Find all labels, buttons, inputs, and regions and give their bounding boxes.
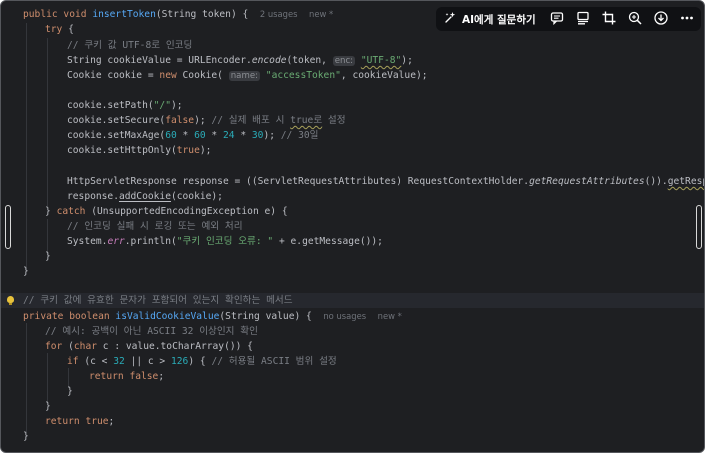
zoom-in-icon (628, 11, 642, 28)
indent-guide (26, 23, 27, 271)
layout-button[interactable] (570, 7, 596, 31)
sparkle-icon (444, 11, 457, 27)
code-line-set-path[interactable]: cookie.setPath("/"); (67, 98, 183, 113)
code-line-signature[interactable]: public void insertToken(String token) { … (23, 7, 333, 22)
left-resize-handle[interactable] (5, 205, 11, 249)
layout-icon (576, 11, 590, 28)
code-line-comment[interactable]: // 예시: 공백이 아닌 ASCII 32 이상인지 확인 (45, 324, 258, 339)
crop-button[interactable] (596, 7, 622, 31)
chat-button[interactable] (544, 7, 570, 31)
code-line-return-false[interactable]: return false; (89, 369, 164, 384)
code-line-close-brace[interactable]: } (23, 429, 29, 444)
code-line-close-brace[interactable]: } (67, 384, 73, 399)
download-icon (654, 10, 668, 28)
code-editor: public void insertToken(String token) { … (0, 0, 705, 453)
code-line-for[interactable]: for (char c : value.toCharArray()) { (45, 339, 253, 354)
param-hint-enc: enc: (332, 56, 356, 66)
code-line-close-brace[interactable]: } (45, 249, 51, 264)
indent-guide (47, 38, 48, 206)
code-line-println[interactable]: System.err.println("쿠키 인코딩 오류: " + e.get… (67, 234, 383, 249)
lightbulb-icon[interactable] (7, 296, 14, 305)
floating-toolbar: AI에게 질문하기 (436, 7, 701, 31)
author-hint[interactable]: new * (309, 9, 333, 19)
crop-icon (602, 11, 616, 28)
ask-ai-label: AI에게 질문하기 (462, 13, 536, 26)
usages-hint[interactable]: 2 usages (260, 9, 298, 19)
more-icon (680, 11, 694, 28)
code-line-set-max-age[interactable]: cookie.setMaxAge(60 * 60 * 24 * 30); // … (67, 128, 318, 143)
usages-hint[interactable]: no usages (323, 311, 366, 321)
ask-ai-button[interactable]: AI에게 질문하기 (436, 7, 544, 31)
right-resize-handle[interactable] (696, 205, 702, 249)
code-line-signature[interactable]: private boolean isValidCookieValue(Strin… (23, 309, 402, 324)
code-line-response[interactable]: HttpServletResponse response = ((Servlet… (67, 174, 704, 189)
chat-icon (550, 11, 564, 28)
code-line-set-secure[interactable]: cookie.setSecure(false); // 실제 배포 시 true… (67, 113, 346, 128)
indent-guide (26, 323, 27, 433)
more-button[interactable] (674, 7, 700, 31)
code-line-add-cookie[interactable]: response.addCookie(cookie); (67, 189, 223, 204)
code-line-close-brace[interactable]: } (23, 264, 29, 279)
code-line-comment[interactable]: // 쿠키 값 UTF-8로 인코딩 (67, 38, 192, 53)
author-hint[interactable]: new * (378, 311, 402, 321)
param-hint-name: name: (228, 71, 261, 81)
code-line-close-brace[interactable]: } (45, 399, 51, 414)
code-line-if[interactable]: if (c < 32 || c > 126) { // 허용될 ASCII 범위… (67, 354, 337, 369)
code-line-try[interactable]: try { (45, 22, 74, 37)
code-line-catch[interactable]: } catch (UnsupportedEncodingException e)… (45, 204, 288, 219)
code-line-doc-comment[interactable]: // 쿠키 값에 유효한 문자가 포함되어 있는지 확인하는 메서드 (23, 293, 293, 308)
zoom-in-button[interactable] (622, 7, 648, 31)
code-line-set-http-only[interactable]: cookie.setHttpOnly(true); (67, 143, 211, 158)
code-line-encode[interactable]: String cookieValue = URLEncoder.encode(t… (67, 53, 413, 68)
code-line-return-true[interactable]: return true; (45, 414, 114, 429)
code-line-comment[interactable]: // 인코딩 실패 시 로깅 또는 예외 처리 (67, 219, 243, 234)
indent-guide (47, 353, 48, 403)
code-line-cookie-new[interactable]: Cookie cookie = new Cookie( name: "acces… (67, 68, 428, 83)
download-button[interactable] (648, 7, 674, 31)
